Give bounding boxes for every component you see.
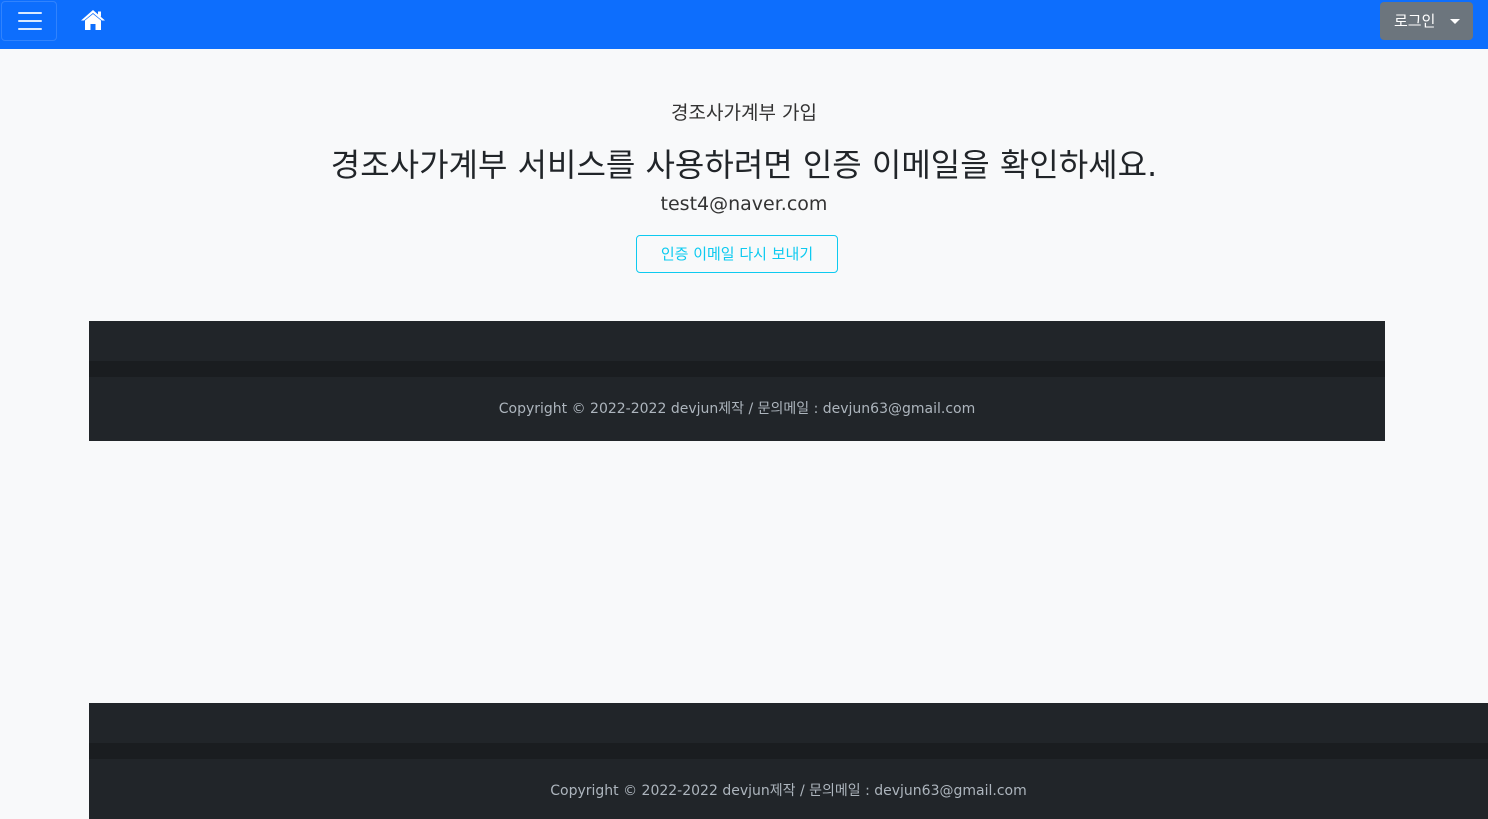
hamburger-icon: [18, 12, 42, 14]
footer-divider: [89, 361, 1385, 377]
resend-email-button[interactable]: 인증 이메일 다시 보내기: [636, 235, 838, 273]
footer: Copyright © 2022-2022 devjun제작 / 문의메일 : …: [89, 321, 1385, 441]
caret-down-icon: [1450, 19, 1460, 24]
footer-bottom-copyright: Copyright © 2022-2022 devjun제작 / 문의메일 : …: [550, 783, 1027, 799]
footer-copyright: Copyright © 2022-2022 devjun제작 / 문의메일 : …: [498, 401, 976, 417]
footer-bottom: Copyright © 2022-2022 devjun제작 / 문의메일 : …: [89, 703, 1488, 819]
home-icon: [81, 10, 105, 30]
top-navbar: 로그인: [0, 0, 1488, 49]
page-subtitle: 경조사가계부 가입: [671, 102, 817, 124]
login-dropdown-button[interactable]: 로그인: [1380, 2, 1473, 40]
footer-bottom-divider: [89, 743, 1488, 759]
page-title: 경조사가계부 서비스를 사용하려면 인증 이메일을 확인하세요.: [330, 146, 1158, 184]
home-link[interactable]: [80, 9, 106, 31]
user-email: test4@naver.com: [660, 193, 828, 215]
login-label: 로그인: [1394, 12, 1436, 30]
menu-toggle-button[interactable]: [1, 1, 57, 41]
